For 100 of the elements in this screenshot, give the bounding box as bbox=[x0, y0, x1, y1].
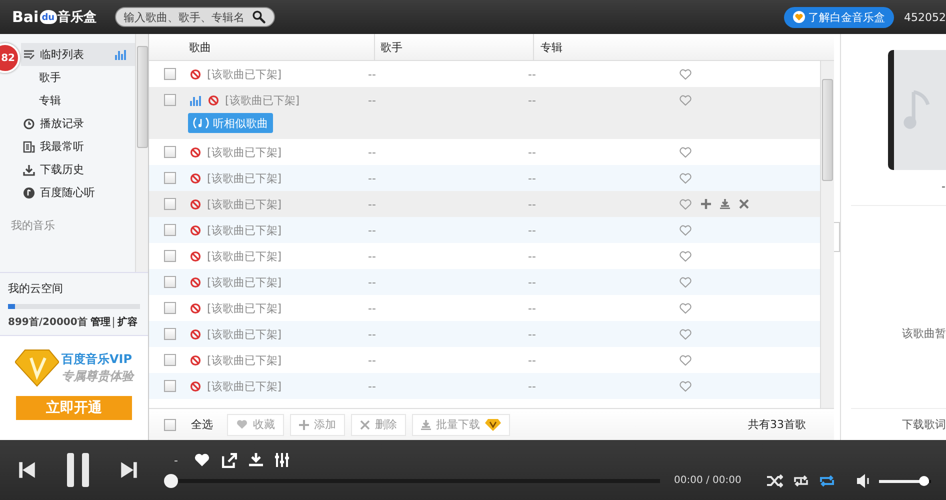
unavailable-icon bbox=[190, 146, 201, 158]
repeat-icon[interactable] bbox=[819, 474, 836, 488]
singer-cell-text: -- bbox=[367, 146, 377, 158]
unavailable-icon bbox=[190, 302, 201, 314]
share-icon[interactable] bbox=[222, 452, 237, 468]
row-checkbox[interactable] bbox=[164, 224, 176, 236]
song-title: [该歌曲已下架] bbox=[207, 326, 282, 342]
song-title: [该歌曲已下架] bbox=[207, 170, 282, 186]
heart-icon bbox=[236, 419, 248, 430]
album-cell-text: -- bbox=[527, 328, 537, 340]
scrollbar[interactable] bbox=[820, 61, 834, 408]
song-title: [该歌曲已下架] bbox=[207, 248, 282, 264]
add-icon bbox=[299, 420, 309, 430]
sidebar-item[interactable]: 临时列表 bbox=[21, 43, 135, 66]
cloud-link[interactable]: 管理 bbox=[90, 315, 110, 329]
album-cell-text: -- bbox=[527, 354, 537, 366]
equalizer-icon[interactable] bbox=[274, 453, 289, 467]
song-count: 共有33首歌 bbox=[748, 417, 806, 432]
sidebar-item[interactable]: 播放记录 bbox=[21, 112, 135, 135]
unavailable-icon bbox=[190, 250, 201, 262]
album-cell-text: -- bbox=[527, 224, 537, 236]
row-checkbox[interactable] bbox=[164, 250, 176, 262]
singer-cell-text: -- bbox=[367, 302, 377, 314]
singer-cell-text: -- bbox=[367, 250, 377, 262]
repeat-one-icon[interactable] bbox=[793, 474, 810, 488]
close-icon[interactable] bbox=[739, 199, 749, 209]
column-header[interactable]: 专辑 bbox=[534, 34, 834, 60]
row-checkbox[interactable] bbox=[164, 172, 176, 184]
row-checkbox[interactable] bbox=[164, 68, 176, 80]
sidebar-item[interactable]: 下载历史 bbox=[21, 158, 135, 181]
vip-title: 百度音乐VIP bbox=[62, 351, 134, 368]
album-cell-text: -- bbox=[527, 146, 537, 158]
song-title: [该歌曲已下架] bbox=[207, 352, 282, 368]
platinum-promo-button[interactable]: 了解白金音乐盒 bbox=[784, 6, 894, 28]
heart-icon[interactable] bbox=[194, 453, 210, 467]
section-label: 我的音乐 bbox=[11, 218, 56, 233]
search-icon[interactable] bbox=[252, 10, 266, 24]
logo: Bai du 音乐盒 bbox=[12, 8, 97, 26]
add-icon[interactable] bbox=[701, 199, 711, 209]
time-display: 00:00 / 00:00 bbox=[674, 475, 742, 486]
row-checkbox[interactable] bbox=[164, 146, 176, 158]
document-icon bbox=[23, 140, 35, 152]
singer-cell-text: -- bbox=[367, 198, 377, 210]
unavailable-icon bbox=[208, 94, 219, 106]
vip-subtitle: 专属尊贵体验 bbox=[62, 368, 134, 385]
cloud-link[interactable]: 扩容 bbox=[117, 315, 138, 329]
search-field[interactable]: 输入歌曲、歌手、专辑名 bbox=[114, 7, 275, 27]
panel-toggle-handle[interactable] bbox=[834, 222, 840, 252]
playing-bars-icon bbox=[190, 94, 202, 106]
row-checkbox[interactable] bbox=[164, 198, 176, 210]
progress-thumb[interactable] bbox=[164, 474, 178, 488]
download-icon[interactable] bbox=[248, 453, 263, 467]
cloud-title: 我的云空间 bbox=[8, 281, 64, 296]
download-icon bbox=[421, 420, 431, 430]
row-checkbox[interactable] bbox=[164, 380, 176, 392]
singer-cell-text: -- bbox=[367, 224, 377, 236]
user-id[interactable]: 452052 bbox=[904, 10, 946, 24]
volume-thumb[interactable] bbox=[919, 476, 930, 486]
row-checkbox[interactable] bbox=[164, 302, 176, 314]
list-icon bbox=[23, 48, 35, 60]
song-title: [该歌曲已下架] bbox=[207, 274, 282, 290]
song-title: [该歌曲已下架] bbox=[207, 144, 282, 160]
next-icon[interactable] bbox=[120, 461, 138, 479]
sidebar-item[interactable]: 我最常听 bbox=[21, 135, 135, 158]
close-icon bbox=[360, 420, 370, 430]
lyrics-message: 该歌曲暂 bbox=[902, 326, 946, 340]
album-cell-text: -- bbox=[527, 172, 537, 184]
row-checkbox[interactable] bbox=[164, 94, 176, 106]
previous-icon[interactable] bbox=[18, 461, 36, 479]
singer-cell-text: -- bbox=[367, 354, 377, 366]
shuffle-icon[interactable] bbox=[767, 474, 784, 488]
radio-icon bbox=[23, 186, 35, 198]
column-header[interactable]: 歌手 bbox=[374, 34, 534, 60]
diamond-icon bbox=[14, 348, 58, 388]
column-header[interactable]: 歌曲 bbox=[149, 34, 375, 60]
row-checkbox[interactable] bbox=[164, 328, 176, 340]
sidebar-subitem[interactable]: 歌手 bbox=[21, 66, 135, 89]
album-cell-text: -- bbox=[527, 302, 537, 314]
track-title: - bbox=[174, 454, 178, 466]
sidebar-subitem[interactable]: 专辑 bbox=[21, 89, 135, 112]
history-icon bbox=[23, 118, 35, 130]
lyrics-link[interactable]: 下载歌词 bbox=[902, 417, 946, 432]
row-checkbox[interactable] bbox=[164, 354, 176, 366]
unavailable-icon bbox=[190, 380, 201, 392]
album-cell-text: -- bbox=[527, 380, 537, 392]
select-all-label[interactable]: 全选 bbox=[191, 417, 213, 432]
select-all-checkbox[interactable] bbox=[164, 418, 176, 430]
pause-icon[interactable] bbox=[66, 453, 90, 487]
unavailable-icon bbox=[190, 172, 201, 184]
row-checkbox[interactable] bbox=[164, 276, 176, 288]
scrollbar[interactable] bbox=[135, 34, 148, 272]
song-title: [该歌曲已下架] bbox=[207, 222, 282, 238]
unavailable-icon bbox=[190, 68, 201, 80]
song-title: [该歌曲已下架] bbox=[207, 196, 282, 212]
album-cell-text: -- bbox=[527, 250, 537, 262]
unavailable-icon bbox=[190, 354, 201, 366]
vip-diamond-icon bbox=[485, 418, 501, 430]
volume-icon[interactable] bbox=[857, 474, 872, 488]
sidebar-item[interactable]: 百度随心听 bbox=[21, 181, 135, 204]
artist-name: - bbox=[942, 180, 946, 193]
